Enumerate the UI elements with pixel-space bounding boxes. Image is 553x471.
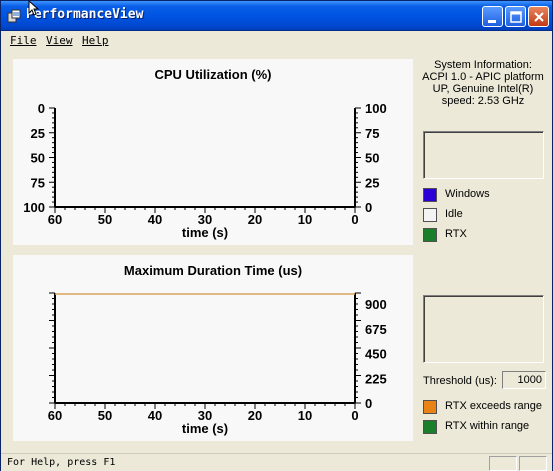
legend-rtx-label: RTX xyxy=(445,228,467,240)
duration-chart-panel: Maximum Duration Time (us) 60 50 40 30 20 10 0… xyxy=(13,255,413,441)
menu-file-label: File xyxy=(10,34,37,47)
x-tick-label: 20 xyxy=(248,408,262,423)
legend-rtx-within-label: RTX within range xyxy=(445,420,530,432)
app-icon xyxy=(7,9,21,23)
menu-view[interactable]: View xyxy=(46,34,73,47)
minimize-icon xyxy=(488,20,496,23)
x-tick-label: 60 xyxy=(48,212,62,227)
window-title: PerformanceView xyxy=(26,7,144,22)
x-tick-label: 10 xyxy=(298,212,312,227)
x-tick-label: 0 xyxy=(351,212,358,227)
x-axis-label: time (s) xyxy=(182,421,228,436)
menu-bar: File View Help xyxy=(1,31,552,51)
close-icon xyxy=(534,12,544,22)
x-tick-label: 50 xyxy=(98,408,112,423)
menu-file[interactable]: File xyxy=(10,34,37,47)
y-tick-label-right: 675 xyxy=(365,322,387,337)
status-text: For Help, press F1 xyxy=(7,457,116,468)
y-tick-label-right: 225 xyxy=(365,371,387,386)
y-tick-label-right: 75 xyxy=(365,126,379,141)
status-pane-1 xyxy=(489,456,517,471)
title-bar[interactable]: PerformanceView xyxy=(1,1,552,31)
status-pane-2 xyxy=(519,456,547,471)
y-tick-label-left: 25 xyxy=(31,126,45,141)
y-tick-label-left: 50 xyxy=(31,151,45,166)
cpu-chart-panel: CPU Utilization (%) 60 50 40 30 20 10 0 time (s… xyxy=(13,59,413,245)
x-axis-label: time (s) xyxy=(182,225,228,240)
threshold-input[interactable]: 1000 xyxy=(502,371,546,389)
x-tick-label: 40 xyxy=(148,408,162,423)
legend-windows-label: Windows xyxy=(445,188,490,200)
system-info-heading: System Information: xyxy=(434,59,532,71)
y-tick-label-right: 0 xyxy=(365,396,372,411)
system-info-line2: UP, Genuine Intel(R) xyxy=(432,83,534,95)
close-button[interactable] xyxy=(528,6,549,27)
y-tick-label-right: 100 xyxy=(365,101,387,116)
legend-rtx-exceeds-swatch xyxy=(423,400,437,414)
x-tick-label: 20 xyxy=(248,212,262,227)
legend-rtx-swatch xyxy=(423,228,437,242)
legend-idle-swatch xyxy=(423,208,437,222)
menu-view-label: View xyxy=(46,34,73,47)
legend-rtx-within-swatch xyxy=(423,420,437,434)
y-tick-label-right: 900 xyxy=(365,297,387,312)
y-tick-label-left: 75 xyxy=(31,175,45,190)
duration-chart: 60 50 40 30 20 10 0time (s)9006754502250 xyxy=(48,292,387,436)
system-info-line3: speed: 2.53 GHz xyxy=(441,95,525,107)
y-tick-label-left: 0 xyxy=(38,101,45,116)
status-bar: For Help, press F1 xyxy=(1,453,552,471)
x-tick-label: 50 xyxy=(98,212,112,227)
y-tick-label-right: 450 xyxy=(365,347,387,362)
threshold-label: Threshold (us): xyxy=(423,375,497,387)
legend-idle-label: Idle xyxy=(445,208,463,220)
cpu-chart: 60 50 40 30 20 10 0time (s)0255075100100755025… xyxy=(23,101,387,240)
duration-summary-box xyxy=(423,295,544,363)
x-tick-label: 60 xyxy=(48,408,62,423)
menu-help[interactable]: Help xyxy=(82,34,109,47)
y-tick-label-right: 50 xyxy=(365,151,379,166)
y-tick-label-left: 100 xyxy=(23,200,45,215)
system-info-line1: ACPI 1.0 - APIC platform xyxy=(422,71,544,83)
legend-rtx-exceeds-label: RTX exceeds range xyxy=(445,400,543,412)
system-info: System Information: ACPI 1.0 - APIC plat… xyxy=(415,59,551,107)
maximize-icon xyxy=(510,11,522,23)
mouse-cursor-icon xyxy=(28,0,40,16)
x-tick-label: 40 xyxy=(148,212,162,227)
y-tick-label-right: 0 xyxy=(365,200,372,215)
x-tick-label: 0 xyxy=(351,408,358,423)
app-window: PerformanceView File View Help CPU Utili… xyxy=(0,0,553,471)
cpu-summary-box xyxy=(423,131,544,179)
side-panel: System Information: ACPI 1.0 - APIC plat… xyxy=(415,53,551,451)
minimize-button[interactable] xyxy=(482,6,503,27)
maximize-button[interactable] xyxy=(505,6,526,27)
y-tick-label-right: 25 xyxy=(365,175,379,190)
x-tick-label: 10 xyxy=(298,408,312,423)
menu-help-label: Help xyxy=(82,34,109,47)
legend-windows-swatch xyxy=(423,188,437,202)
